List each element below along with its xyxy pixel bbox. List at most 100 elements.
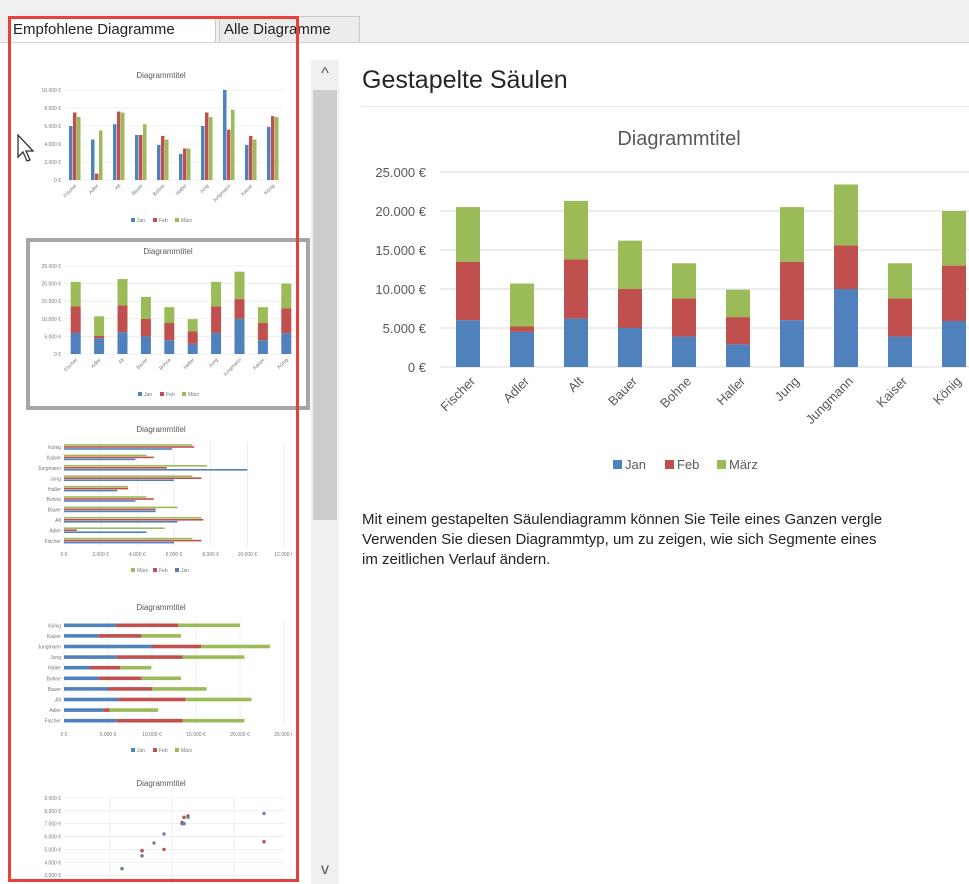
tab-all-charts[interactable]: Alle Diagramme — [219, 16, 360, 42]
thumbnail-bar — [64, 498, 154, 500]
thumbnail-point — [120, 867, 124, 871]
thumbnail-tick: 15.000 € — [42, 299, 62, 305]
thumbnail-legend: Feb — [159, 568, 168, 574]
thumbnail-bar — [64, 489, 118, 492]
chevron-up-icon[interactable]: ^ — [311, 60, 339, 88]
bar-segment — [672, 336, 696, 367]
thumbnail-tick: 6.000 € — [44, 835, 61, 841]
thumbnail-bar — [234, 271, 245, 300]
thumbnail-bar — [164, 340, 175, 354]
bar-segment — [564, 259, 588, 319]
thumbnail-bar — [64, 541, 174, 544]
thumbnail-category: König — [276, 357, 289, 370]
thumbnail-legend: Jan — [144, 392, 152, 398]
thumbnail-category: König — [48, 445, 61, 451]
thumbnail-bar — [164, 323, 175, 341]
thumbnail-bar — [64, 665, 90, 670]
thumbnail-tick: 5.000 € — [44, 847, 61, 853]
chart-thumbnail[interactable]: Diagrammtitel 9.000 € 8.000 € 7.000 € 6.000 … — [30, 774, 292, 884]
thumbnail-bar — [164, 307, 175, 324]
thumbnail-bar — [139, 135, 143, 180]
thumbnail-bar — [185, 697, 252, 702]
thumbnail-legend: Jan — [181, 568, 189, 574]
thumbnail-category: Jungmann — [212, 183, 233, 204]
thumbnail-bar — [64, 475, 193, 477]
tab-recommended-charts[interactable]: Empfohlene Diagramme — [8, 16, 216, 42]
bar-segment — [888, 336, 912, 367]
chevron-down-icon[interactable]: v — [311, 856, 339, 884]
bar-segment — [618, 328, 642, 367]
thumbnail-bar — [187, 343, 198, 354]
chart-thumbnail[interactable]: Diagrammtitel 0 € 5.000 € 10.000 € 15.000 € 2… — [30, 598, 292, 760]
thumbnail-bar — [64, 676, 99, 681]
thumbnail-category: Bohne — [158, 357, 173, 372]
thumbnail-bar — [201, 644, 270, 649]
chart-thumbnail[interactable]: Diagrammtitel 0 € 2.000 € 4.000 € 6.000 € 8.0… — [30, 420, 292, 580]
thumbnail-bar — [64, 531, 147, 533]
thumbnail-category: Jungmann — [222, 357, 243, 378]
x-tick-label: Jung — [772, 374, 803, 405]
thumbnail-bar — [64, 456, 154, 459]
thumbnail-tick: 8.000 € — [44, 106, 61, 112]
thumbnail-bar — [117, 279, 128, 306]
x-tick-label: König — [930, 374, 964, 408]
legend-swatch — [665, 460, 674, 469]
x-tick-label: Bauer — [605, 373, 641, 409]
thumbnail-bar — [73, 112, 77, 180]
thumbnail-bar — [249, 135, 253, 180]
bar-segment — [888, 263, 912, 299]
thumbnail-bar — [98, 676, 142, 681]
bar-segment — [510, 326, 534, 332]
thumbnail-bar — [178, 623, 240, 628]
thumbnail-point — [140, 854, 144, 858]
thumbnail-category: Jung — [50, 655, 61, 661]
thumbnail-point — [262, 840, 266, 844]
thumbnail-bar — [64, 500, 136, 502]
thumbnail-category: Haller — [48, 666, 61, 672]
scrollbar-thumb[interactable] — [313, 90, 337, 520]
thumbnail-bar — [117, 305, 128, 333]
thumbnail-bar — [182, 718, 245, 723]
thumbnail-bar — [211, 332, 222, 354]
thumbnail-bar — [135, 135, 139, 180]
thumbnail-bar — [64, 446, 195, 448]
thumbnail-bar — [108, 687, 152, 691]
thumbnail-bar — [113, 124, 117, 180]
preview-title: Gestapelte Säulen — [362, 66, 568, 94]
thumbnail-bar — [161, 135, 165, 180]
thumbnail-tick: 10.000 € — [142, 732, 162, 738]
thumbnail-bar — [94, 335, 105, 339]
thumbnail-bar — [234, 299, 245, 319]
thumbnail-chart: Diagrammtitel 0 € 2.000 € 4.000 € 6.000 € 8.0… — [38, 425, 292, 574]
thumbnail-scrollbar[interactable]: ^ v — [311, 60, 339, 884]
thumbnail-bar — [183, 148, 187, 180]
thumbnail-bar — [165, 139, 169, 180]
y-tick-label: 10.000 € — [375, 282, 426, 297]
bar-segment — [726, 344, 750, 367]
thumbnail-tick: 15.000 € — [186, 732, 206, 738]
legend-swatch — [613, 460, 622, 469]
thumbnail-point — [162, 832, 166, 836]
thumbnail-bar — [211, 281, 222, 307]
thumbnail-legend: März — [137, 568, 149, 574]
thumbnail-tick: 5.000 € — [44, 334, 61, 340]
thumbnail-tick: 6.000 € — [44, 124, 61, 130]
y-tick-label: 25.000 € — [375, 165, 426, 180]
chart-title: Diagrammtitel — [617, 128, 740, 150]
bar-segment — [618, 289, 642, 328]
thumbnail-bar — [187, 148, 191, 180]
thumbnail-bar — [253, 139, 257, 180]
bar-segment — [456, 320, 480, 367]
thumbnail-category: Bohne — [152, 183, 167, 198]
y-tick-label: 0 € — [408, 360, 427, 375]
chart-thumbnail[interactable]: Diagrammtitel 25.000 € 20.000 € 15.000 € 10.… — [26, 238, 310, 410]
thumbnail-bar — [223, 90, 227, 180]
bar-segment — [834, 245, 858, 289]
thumbnail-point — [140, 849, 144, 853]
thumbnail-tick: 8.000 € — [202, 552, 219, 558]
chart-description: Mit einem gestapelten Säulendiagramm kön… — [362, 510, 969, 570]
chart-thumbnail[interactable]: Diagrammtitel 10.000 € 8.000 € 6.000 € 4.000… — [30, 66, 292, 232]
thumbnail-category: Bauer — [48, 687, 62, 693]
thumbnail-category: Haller — [175, 183, 189, 197]
thumbnail-point — [262, 811, 266, 816]
